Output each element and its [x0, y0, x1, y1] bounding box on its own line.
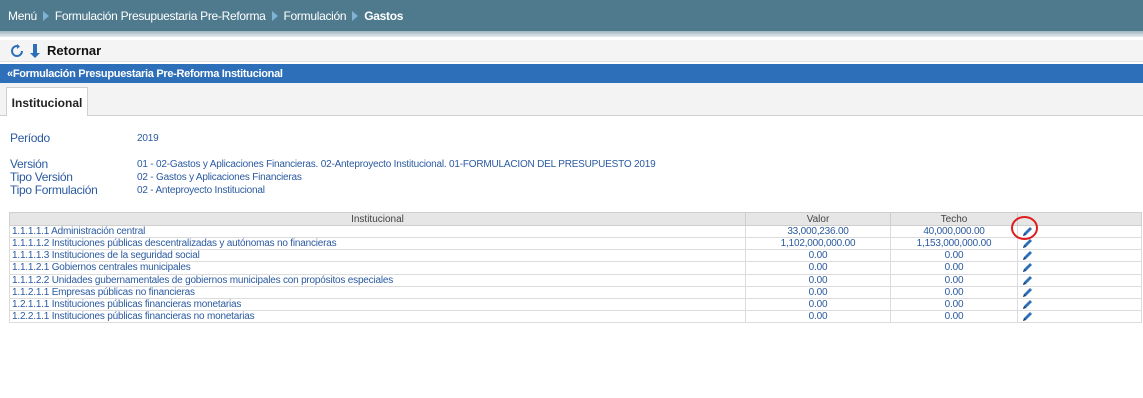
breadcrumb-formulacion-presupuestaria[interactable]: Formulación Presupuestaria Pre-Reforma	[55, 9, 266, 23]
cell-valor: 33,000,236.00	[745, 224, 891, 239]
breadcrumb-menu[interactable]: Menú	[8, 9, 37, 23]
cell-techo: 40,000,000.00	[890, 224, 1018, 239]
breadcrumb: Menú Formulación Presupuestaria Pre-Refo…	[0, 0, 1143, 31]
cell-techo: 0.00	[890, 261, 1018, 275]
cell-valor: 0.00	[745, 249, 891, 263]
pencil-icon[interactable]	[1022, 263, 1034, 273]
cell-institucional: 1.2.1.1.1 Instituciones públicas financi…	[9, 297, 746, 311]
periodo-label: Período	[10, 131, 50, 145]
column-header-institucional[interactable]: Institucional	[9, 212, 746, 226]
tipo-version-label: Tipo Versión	[10, 170, 73, 184]
version-label: Versión	[10, 157, 48, 171]
cell-techo: 0.00	[890, 285, 1018, 299]
cell-institucional: 1.1.1.1.1 Administración central	[9, 224, 746, 239]
pencil-icon[interactable]	[1022, 275, 1034, 285]
table-row: 1.2.2.1.1 Instituciones públicas financi…	[9, 309, 1142, 324]
version-value: 01 - 02-Gastos y Aplicaciones Financiera…	[137, 159, 656, 170]
column-header-techo[interactable]: Techo	[890, 212, 1018, 226]
section-title[interactable]: «Formulación Presupuestaria Pre-Reforma …	[0, 64, 1143, 83]
table-row: 1.1.1.1.2 Instituciones públicas descent…	[9, 237, 1142, 251]
institucional-table: Institucional Valor Techo 1.1.1.1.1 Admi…	[9, 212, 1142, 324]
breadcrumb-gastos: Gastos	[364, 8, 404, 23]
cell-edit	[1017, 309, 1142, 324]
breadcrumb-separator-icon	[42, 10, 49, 21]
refresh-icon[interactable]	[10, 43, 24, 58]
cell-techo: 0.00	[890, 309, 1018, 324]
tab-bar: Institucional	[0, 83, 1143, 117]
pencil-icon[interactable]	[1022, 287, 1034, 297]
cell-edit	[1017, 249, 1142, 263]
cell-institucional: 1.1.1.1.3 Instituciones de la seguridad …	[9, 249, 746, 263]
table-row: 1.1.1.2.2 Unidades gubernamentales de go…	[9, 273, 1142, 287]
cell-edit	[1017, 297, 1142, 311]
cell-valor: 0.00	[745, 261, 891, 275]
tab-institucional[interactable]: Institucional	[6, 87, 88, 117]
table-header-row: Institucional Valor Techo	[9, 212, 1142, 226]
cell-valor: 1,102,000,000.00	[745, 237, 891, 251]
cell-edit	[1017, 273, 1142, 287]
tipo-formulacion-value: 02 - Anteproyecto Institucional	[137, 185, 265, 196]
breadcrumb-formulacion[interactable]: Formulación	[284, 9, 347, 23]
breadcrumb-separator-icon	[352, 10, 359, 21]
table-row: 1.2.1.1.1 Instituciones públicas financi…	[9, 297, 1142, 311]
retornar-button[interactable]: Retornar	[47, 43, 101, 58]
cell-techo: 0.00	[890, 249, 1018, 263]
cell-techo: 0.00	[890, 273, 1018, 287]
tipo-formulacion-label: Tipo Formulación	[10, 183, 98, 197]
breadcrumb-separator-icon	[271, 10, 278, 21]
cell-institucional: 1.2.2.1.1 Instituciones públicas financi…	[9, 309, 746, 324]
cell-valor: 0.00	[745, 297, 891, 311]
cell-institucional: 1.1.2.1.1 Empresas públicas no financier…	[9, 285, 746, 299]
action-bar: Retornar	[0, 40, 1143, 62]
cell-techo: 1,153,000,000.00	[890, 237, 1018, 251]
periodo-value: 2019	[137, 133, 159, 144]
cell-edit	[1017, 285, 1142, 299]
topbar-shadow	[0, 31, 1143, 37]
cell-institucional: 1.1.1.2.2 Unidades gubernamentales de go…	[9, 273, 746, 287]
cell-valor: 0.00	[745, 273, 891, 287]
cell-techo: 0.00	[890, 297, 1018, 311]
table-row: 1.1.1.1.1 Administración central 33,000,2…	[9, 224, 1142, 239]
table-row: 1.1.2.1.1 Empresas públicas no financier…	[9, 285, 1142, 299]
cell-edit	[1017, 237, 1142, 251]
tipo-version-value: 02 - Gastos y Aplicaciones Financieras	[137, 172, 302, 183]
pencil-icon[interactable]	[1022, 311, 1034, 321]
cell-institucional: 1.1.1.1.2 Instituciones públicas descent…	[9, 237, 746, 251]
cell-valor: 0.00	[745, 285, 891, 299]
pencil-icon[interactable]	[1022, 299, 1034, 309]
table-row: 1.1.1.2.1 Gobiernos centrales municipale…	[9, 261, 1142, 275]
cell-valor: 0.00	[745, 309, 891, 324]
back-arrow-icon[interactable]	[30, 43, 42, 58]
column-header-valor[interactable]: Valor	[745, 212, 891, 226]
pencil-icon[interactable]	[1022, 251, 1034, 261]
highlight-annotation	[1011, 216, 1038, 240]
cell-institucional: 1.1.1.2.1 Gobiernos centrales municipale…	[9, 261, 746, 275]
cell-edit	[1017, 261, 1142, 275]
table-row: 1.1.1.1.3 Instituciones de la seguridad …	[9, 249, 1142, 263]
